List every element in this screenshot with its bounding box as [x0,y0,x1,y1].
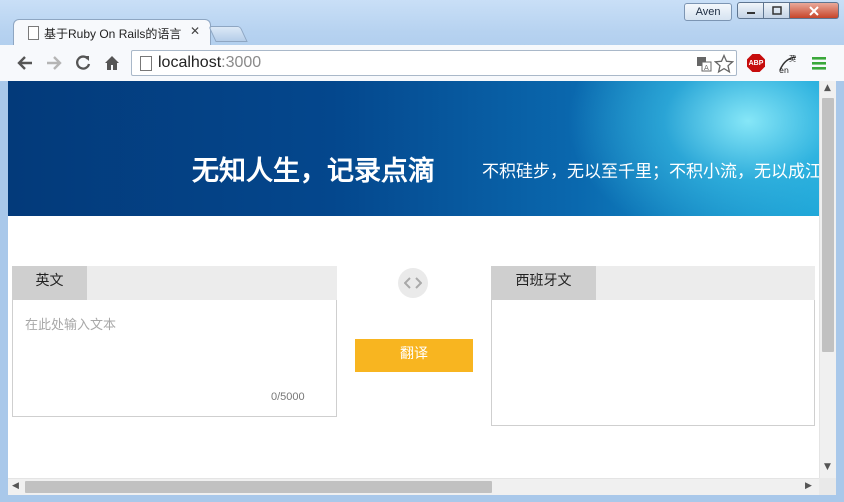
page-icon [140,56,152,71]
window-frame-bottom [0,495,844,502]
scrollbar-corner [819,478,836,495]
dictionary-extension-icon: en英 [779,54,797,74]
window-frame-left [0,81,8,502]
tab-title: 基于Ruby On Rails的语言 [44,27,182,41]
horizontal-scrollbar[interactable]: ◀ ▶ [8,478,819,495]
url-port: :3000 [221,54,262,71]
horizontal-scroll-thumb[interactable] [25,481,492,493]
address-bar[interactable]: localhost:3000 A [131,50,737,76]
adblock-icon: ABP [747,54,765,72]
source-panel-header: 英文 [12,266,337,300]
window-controls [737,2,839,20]
page-viewport: 无知人生，记录点滴 不积硅步，无以至千里；不积小流，无以成江海 英文 0/500… [8,81,819,478]
scroll-down-icon[interactable]: ▼ [824,462,831,472]
vertical-scroll-thumb[interactable] [822,98,834,352]
character-count: 0/5000 [271,391,305,403]
home-icon [105,56,119,70]
maximize-button[interactable] [764,2,790,19]
window-frame-right [836,81,844,502]
forward-button[interactable] [43,52,65,74]
site-motto: 不积硅步，无以至千里；不积小流，无以成江海 [482,162,819,182]
source-panel-body: 0/5000 [12,300,337,417]
url-text[interactable]: localhost:3000 [158,54,261,72]
menu-icon [812,57,826,70]
scroll-left-icon[interactable]: ◀ [12,481,19,491]
translate-button[interactable]: 翻译 [355,339,473,372]
browser-chrome: Aven 基于Ruby On Rails的语言 ✕ localhost:3000… [0,0,844,82]
tab-close-icon[interactable]: ✕ [190,24,200,38]
window-close-button[interactable] [790,2,839,19]
source-panel: 英文 0/5000 [12,266,337,417]
new-tab-button[interactable] [208,26,248,42]
svg-text:A: A [704,64,709,72]
svg-text:英: 英 [789,54,796,63]
site-title: 无知人生，记录点滴 [192,156,435,187]
minimize-icon [746,11,755,14]
url-host: localhost [158,54,222,71]
scroll-right-icon[interactable]: ▶ [805,481,812,491]
close-icon [809,5,819,16]
target-language-tab[interactable]: 西班牙文 [491,266,596,300]
source-language-tab[interactable]: 英文 [12,266,87,300]
svg-text:en: en [779,66,789,74]
forward-arrow-icon [47,56,62,70]
browser-menu-button[interactable] [808,52,830,74]
reload-icon [76,55,91,70]
back-arrow-icon [17,56,32,70]
browser-tab[interactable]: 基于Ruby On Rails的语言 ✕ [13,19,211,45]
adblock-button[interactable]: ABP [745,52,767,74]
scroll-up-icon[interactable]: ▲ [824,83,831,93]
reload-button[interactable] [72,52,94,74]
target-panel: 西班牙文 [491,266,815,426]
maximize-icon [771,6,782,15]
source-text-input[interactable] [25,314,315,384]
profile-button[interactable]: Aven [684,3,732,21]
swap-languages-button[interactable] [398,268,428,298]
vertical-scrollbar[interactable]: ▲ ▼ [819,81,836,478]
back-button[interactable] [14,52,36,74]
target-panel-header: 西班牙文 [491,266,815,300]
translate-page-button[interactable]: A [694,54,714,74]
header-banner: 无知人生，记录点滴 不积硅步，无以至千里；不积小流，无以成江海 [8,81,819,216]
target-panel-body [491,300,815,426]
swap-languages-icon [404,277,422,289]
browser-toolbar: localhost:3000 A ABP en 英 [0,45,844,81]
dictionary-extension-button[interactable]: en 英 [777,52,799,74]
minimize-button[interactable] [737,2,764,19]
bookmark-button[interactable] [714,54,734,74]
star-icon [714,54,734,74]
translate-page-icon: A [697,57,712,72]
page-icon [28,26,39,40]
home-button[interactable] [101,52,123,74]
